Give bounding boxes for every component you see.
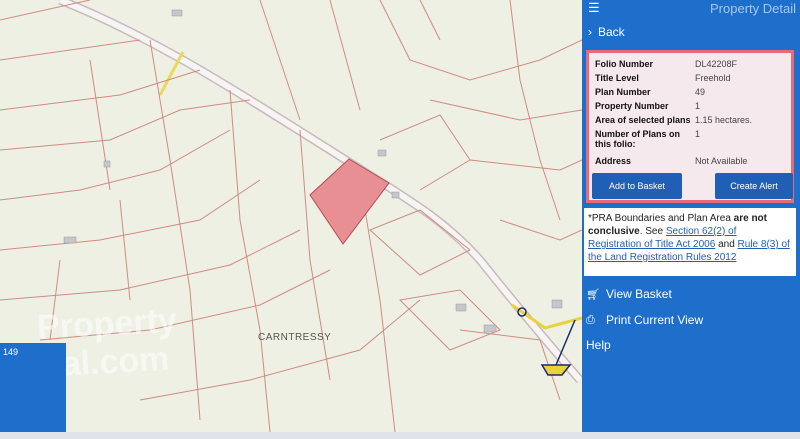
- folio-value: DL42208F: [695, 59, 738, 69]
- chevron-right-icon: ›: [588, 25, 592, 39]
- panel-header: ☰ Property Detail: [582, 0, 800, 19]
- property-panel: ☰ Property Detail › Back Folio Number DL…: [582, 0, 800, 432]
- address-label: Address: [595, 156, 632, 166]
- property-row: Property Number 1: [595, 101, 791, 111]
- back-label: Back: [598, 25, 625, 39]
- title-row: Title Level Freehold: [595, 73, 791, 83]
- print-label: Print Current View: [606, 313, 704, 327]
- numplans-label: Number of Plans on this folio:: [595, 129, 681, 149]
- create-alert-button[interactable]: Create Alert: [715, 173, 793, 199]
- property-details: Folio Number DL42208F Title Level Freeho…: [586, 50, 794, 203]
- plan-value: 49: [695, 87, 706, 97]
- area-value: 1.15 hectares.: [695, 115, 753, 125]
- print-view-button[interactable]: ⎙ Print Current View: [586, 313, 703, 327]
- address-row: Address Not Available: [595, 156, 791, 166]
- folio-row: Folio Number DL42208F: [595, 59, 791, 69]
- menu-icon[interactable]: ☰: [588, 0, 600, 16]
- property-label: Property Number: [595, 101, 669, 111]
- townland-label: CARNTRESSY: [258, 332, 332, 343]
- note-text-2: . See: [639, 226, 666, 237]
- view-basket-label: View Basket: [606, 287, 672, 301]
- printer-icon: ⎙: [586, 313, 595, 326]
- title-value: Freehold: [695, 73, 731, 83]
- help-button[interactable]: Help: [586, 338, 611, 352]
- help-label: Help: [586, 338, 611, 352]
- property-value: 1: [695, 101, 701, 111]
- back-button[interactable]: › Back: [588, 25, 625, 39]
- address-value: Not Available: [695, 156, 748, 166]
- title-label: Title Level: [595, 73, 639, 83]
- scale-text: 149: [3, 347, 19, 357]
- panel-title: Property Detail: [710, 1, 796, 16]
- numplans-row: Number of Plans on this folio: 1: [595, 129, 791, 149]
- folio-label: Folio Number: [595, 59, 653, 69]
- note-text-3: and: [715, 239, 738, 250]
- add-to-basket-button[interactable]: Add to Basket: [592, 173, 682, 199]
- note-text: *PRA Boundaries and Plan Area: [588, 213, 734, 224]
- plan-row: Plan Number 49: [595, 87, 791, 97]
- disclaimer-note: *PRA Boundaries and Plan Area are not co…: [584, 208, 796, 276]
- scale-box: 149: [0, 343, 66, 432]
- numplans-value: 1: [695, 129, 701, 139]
- area-label: Area of selected plans: [595, 115, 691, 125]
- view-basket-button[interactable]: 🛒︎ View Basket: [586, 287, 672, 301]
- area-row: Area of selected plans 1.15 hectares.: [595, 115, 791, 125]
- cart-icon: 🛒︎: [586, 288, 600, 301]
- taskbar: [0, 432, 800, 439]
- plan-label: Plan Number: [595, 87, 651, 97]
- selected-plot: [309, 158, 390, 245]
- map-view[interactable]: Property Pal.com CARNTRESSY 149: [0, 0, 582, 432]
